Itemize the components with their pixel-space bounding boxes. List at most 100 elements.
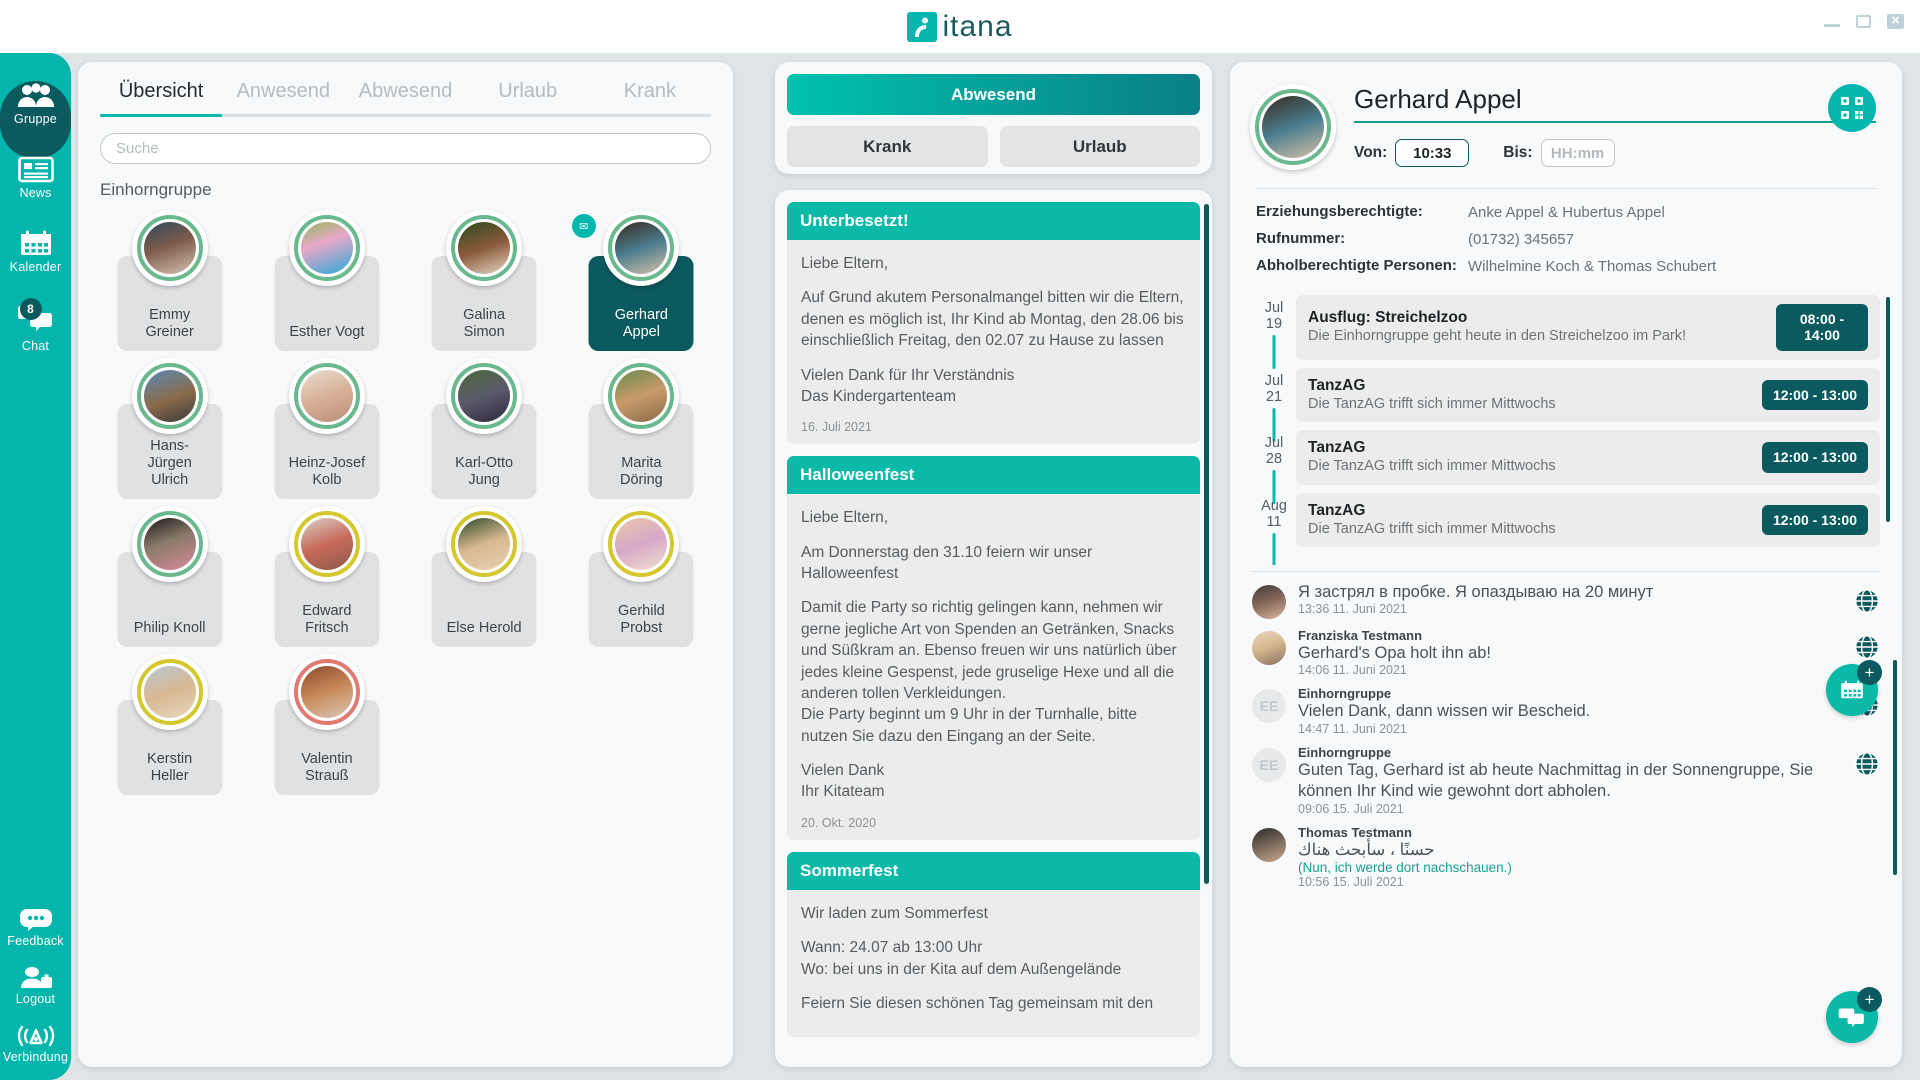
translate-globe-icon[interactable] [1854, 751, 1880, 777]
event-title: TanzAG [1308, 439, 1366, 457]
news-title: Halloweenfest [787, 456, 1200, 495]
event-day: 11 [1266, 513, 1282, 530]
child-card-avatar [446, 506, 523, 582]
children-panel: ÜbersichtAnwesendAbwesendUrlaubKrank Ein… [78, 62, 733, 1067]
child-header-right: Gerhard Appel Von: 10:33 Bis: HH:mm [1354, 84, 1876, 167]
child-card-avatar-ring [293, 511, 360, 577]
info-key: Erziehungsberechtigte: [1256, 203, 1423, 220]
message-avatar-initials: EE [1252, 748, 1286, 783]
message-timestamp: 09:06 15. Juli 2021 [1298, 801, 1404, 816]
child-card[interactable]: Esther Vogt [249, 210, 404, 354]
logout-icon [20, 967, 52, 988]
event-card[interactable]: TanzAG Die TanzAG trifft sich immer Mittw… [1296, 492, 1880, 548]
sidebar-label-chat: Chat [21, 339, 50, 353]
message-text: Gerhard's Opa holt ihn ab! [1298, 643, 1492, 662]
add-calendar-event-button[interactable]: + [1826, 660, 1882, 716]
bis-time-input[interactable]: HH:mm [1540, 139, 1615, 167]
message-row[interactable]: EE Einhorngruppe Guten Tag, Gerhard ist ab… [1252, 745, 1880, 816]
tab-krank[interactable]: Krank [589, 80, 711, 114]
child-card-avatar-photo [143, 222, 196, 274]
child-card[interactable]: Gerhard Appel ✉ [564, 210, 719, 354]
event-card[interactable]: Ausflug: Streichelzoo Die Einhorngruppe g… [1296, 294, 1880, 360]
message-row[interactable]: Franziska Testmann Gerhard's Opa holt ihn… [1252, 627, 1880, 678]
tab-anwesend[interactable]: Anwesend [222, 80, 344, 114]
child-card[interactable]: Edward Fritsch [249, 506, 404, 650]
child-card[interactable]: Hans- Jürgen Ulrich [92, 358, 247, 502]
sidebar-item-kalender[interactable]: Kalender [0, 230, 71, 274]
message-row[interactable]: EE Einhorngruppe Vielen Dank, dann wissen … [1252, 686, 1880, 736]
event-day: 21 [1265, 388, 1283, 405]
child-card[interactable]: Else Herold [407, 506, 562, 650]
event-row[interactable]: Aug 11 TanzAG Die TanzAG trifft sich immer … [1252, 492, 1880, 565]
child-card[interactable]: Gerhild Probst [564, 506, 719, 650]
message-row[interactable]: Thomas Testmann حسنًا ، سأبحث هناك (Nun, i… [1252, 825, 1880, 890]
events-scrollbar[interactable] [1886, 296, 1890, 522]
child-card[interactable]: Marita Döring [564, 358, 719, 502]
events-list[interactable]: Jul 19 Ausflug: Streichelzoo Die Einhorngru… [1230, 294, 1902, 565]
news-date: 20. Okt. 2020 [801, 815, 877, 830]
event-card[interactable]: TanzAG Die TanzAG trifft sich immer Mittw… [1296, 430, 1880, 485]
event-row[interactable]: Jul 19 Ausflug: Streichelzoo Die Einhorngru… [1252, 294, 1880, 369]
message-body: Einhorngruppe Guten Tag, Gerhard ist ab h… [1298, 745, 1880, 816]
event-card[interactable]: TanzAG Die TanzAG trifft sich immer Mittw… [1296, 367, 1880, 423]
child-avatar [1250, 84, 1336, 170]
message-sender: Franziska Testmann [1298, 627, 1423, 643]
maximize-button[interactable] [1856, 15, 1871, 28]
translate-globe-icon[interactable] [1854, 588, 1880, 614]
sidebar-item-gruppe[interactable]: Gruppe [0, 71, 71, 159]
event-row[interactable]: Jul 28 TanzAG Die TanzAG trifft sich immer … [1252, 430, 1880, 505]
message-timestamp: 14:06 11. Juni 2021 [1298, 663, 1407, 678]
minimize-button[interactable] [1824, 24, 1840, 27]
mail-badge-icon[interactable]: ✉ [571, 214, 596, 238]
child-card[interactable]: Galina Simon [407, 210, 562, 354]
child-card-avatar [131, 506, 208, 582]
qr-code-icon [1841, 97, 1863, 119]
child-card-avatar-ring [136, 215, 203, 281]
qr-code-button[interactable] [1828, 84, 1876, 132]
close-button[interactable]: ✕ [1887, 14, 1904, 29]
sidebar-item-verbindung[interactable]: Verbindung [0, 1024, 71, 1064]
child-card[interactable]: Heinz-Josef Kolb [249, 358, 404, 502]
search-input[interactable] [100, 133, 711, 164]
message-text: حسنًا ، سأبحث هناك [1298, 840, 1435, 859]
abwesend-button[interactable]: Abwesend [787, 74, 1200, 115]
messages-scrollbar[interactable] [1893, 659, 1897, 875]
sidebar-item-logout[interactable]: Logout [0, 966, 71, 1006]
child-card[interactable]: Philip Knoll [92, 506, 247, 650]
sidebar-label-feedback: Feedback [7, 934, 64, 948]
plus-icon: + [1857, 660, 1882, 685]
translate-globe-icon[interactable] [1854, 634, 1880, 660]
child-card[interactable]: Karl-Otto Jung [407, 358, 562, 502]
tab-urlaub[interactable]: Urlaub [467, 80, 589, 114]
child-card-avatar-photo [458, 370, 511, 422]
urlaub-button[interactable]: Urlaub [999, 126, 1200, 167]
child-card-avatar-ring [451, 363, 518, 429]
news-item[interactable]: Halloweenfest Liebe Eltern, Am Donnerstag … [787, 456, 1200, 840]
child-card[interactable]: Valentin Strauß [249, 654, 404, 798]
tab-abwesend[interactable]: Abwesend [344, 80, 466, 114]
news-item[interactable]: Sommerfest Wir laden zum Sommerfest Wann: … [787, 851, 1200, 1038]
news-scrollbar[interactable] [1204, 204, 1209, 884]
child-card-avatar [446, 210, 523, 286]
child-card-avatar [288, 358, 365, 434]
connection-icon [17, 1025, 54, 1047]
child-card[interactable]: Emmy Greiner [92, 210, 247, 354]
von-label: Von: [1354, 144, 1388, 161]
message-row[interactable]: Я застрял в пробке. Я опаздываю на 20 ми… [1252, 582, 1880, 619]
sidebar-item-chat[interactable]: 8 Chat [0, 298, 71, 353]
von-time-input[interactable]: 10:33 [1395, 139, 1470, 167]
news-item[interactable]: Unterbesetzt! Liebe Eltern, Auf Grund akut… [787, 202, 1200, 445]
add-chat-message-button[interactable]: + [1826, 987, 1882, 1043]
news-feed[interactable]: Unterbesetzt! Liebe Eltern, Auf Grund akut… [775, 190, 1212, 1067]
itana-logo-icon [907, 11, 938, 42]
event-row[interactable]: Jul 21 TanzAG Die TanzAG trifft sich immer … [1252, 367, 1880, 442]
sidebar-label-gruppe: Gruppe [14, 112, 57, 126]
sidebar-item-news[interactable]: News [0, 156, 71, 200]
child-card[interactable]: Kerstin Heller [92, 654, 247, 798]
sidebar-item-feedback[interactable]: Feedback [0, 908, 71, 948]
child-card-avatar [446, 358, 523, 434]
messages-list[interactable]: Я застрял в пробке. Я опаздываю на 20 ми… [1230, 572, 1902, 890]
tab-übersicht[interactable]: Übersicht [100, 80, 222, 114]
krank-button[interactable]: Krank [787, 126, 988, 167]
message-body: Thomas Testmann حسنًا ، سأبحث هناك (Nun, i… [1298, 825, 1880, 890]
